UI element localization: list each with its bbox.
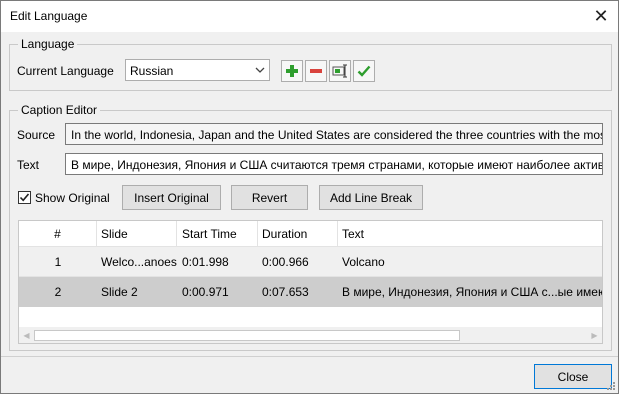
add-line-break-button[interactable]: Add Line Break (319, 185, 423, 210)
edit-language-dialog: Edit Language ✕ Language Current Languag… (0, 0, 619, 394)
checkmark-icon (357, 65, 371, 77)
source-label: Source (17, 128, 56, 142)
row-slide: Slide 2 (101, 285, 138, 299)
revert-button[interactable]: Revert (231, 185, 308, 210)
add-language-button[interactable] (281, 60, 303, 82)
dialog-title: Edit Language (10, 9, 88, 23)
row-slide: Welco...anoes (101, 254, 177, 269)
rename-language-button[interactable] (329, 60, 351, 82)
row-text: В мире, Индонезия, Япония и США с...ые и… (342, 285, 602, 299)
title-bar: Edit Language ✕ (1, 1, 618, 32)
text-label: Text (17, 158, 40, 172)
column-header-slide[interactable]: Slide (97, 221, 177, 246)
captions-table: # Slide Start Time Duration Text 1 Welco… (18, 220, 603, 344)
show-original-checkbox[interactable] (18, 191, 31, 204)
text-field-edit-icon (332, 64, 347, 78)
row-text: Volcano (342, 254, 385, 269)
current-language-label: Current Language (17, 64, 114, 78)
table-row[interactable]: 1 Welco...anoes 0:01.998 0:00.966 Volcan… (19, 247, 602, 277)
scroll-left-icon[interactable]: ◀ (19, 327, 34, 343)
horizontal-scrollbar[interactable]: ◀ ▶ (19, 327, 602, 343)
chevron-down-icon (255, 67, 265, 73)
checkmark-icon (19, 193, 30, 202)
source-field-value: In the world, Indonesia, Japan and the U… (71, 128, 603, 142)
text-field[interactable]: В мире, Индонезия, Япония и США считаютс… (65, 153, 603, 175)
confirm-language-button[interactable] (353, 60, 375, 82)
column-header-number[interactable]: # (19, 221, 97, 246)
resize-grip-icon[interactable] (606, 381, 616, 391)
footer-divider (1, 356, 618, 357)
caption-editor-legend: Caption Editor (18, 103, 101, 117)
column-header-duration[interactable]: Duration (258, 221, 338, 246)
language-group-legend: Language (18, 37, 78, 51)
row-duration: 0:07.653 (262, 285, 309, 299)
insert-original-button[interactable]: Insert Original (122, 185, 221, 210)
language-select[interactable]: Russian (125, 59, 270, 81)
plus-icon (286, 65, 298, 77)
column-header-start-time[interactable]: Start Time (178, 221, 258, 246)
row-number: 1 (54, 254, 62, 269)
source-field[interactable]: In the world, Indonesia, Japan and the U… (65, 123, 603, 145)
text-field-value: В мире, Индонезия, Япония и США считаютс… (71, 158, 603, 172)
row-duration: 0:00.966 (262, 254, 309, 269)
close-icon[interactable]: ✕ (591, 6, 611, 26)
row-number: 2 (54, 285, 62, 299)
row-start-time: 0:00.971 (182, 285, 229, 299)
table-header: # Slide Start Time Duration Text (19, 221, 602, 247)
language-select-value: Russian (130, 64, 174, 78)
close-button[interactable]: Close (534, 364, 612, 389)
table-row[interactable]: 2 Slide 2 0:00.971 0:07.653 В мире, Индо… (19, 277, 602, 307)
scroll-right-icon[interactable]: ▶ (587, 327, 602, 343)
remove-language-button[interactable] (305, 60, 327, 82)
row-start-time: 0:01.998 (182, 254, 229, 269)
scrollbar-thumb[interactable] (34, 330, 460, 341)
column-header-text[interactable]: Text (338, 221, 602, 246)
show-original-label[interactable]: Show Original (35, 191, 110, 205)
minus-icon (310, 69, 322, 73)
